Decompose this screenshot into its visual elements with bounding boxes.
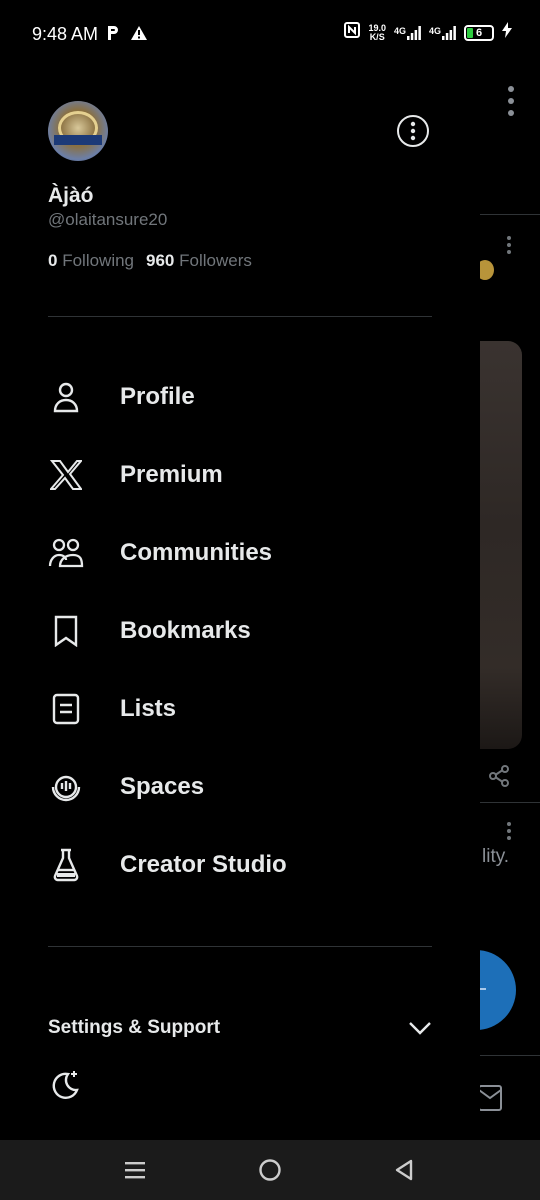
more-options-button[interactable] [397,115,429,147]
menu-label-premium: Premium [120,461,223,488]
battery-level: 6 [475,26,483,39]
menu-label-profile: Profile [120,383,195,410]
more-vertical-icon [410,121,416,141]
bookmark-icon [48,613,84,649]
list-icon [48,691,84,727]
menu-item-bookmarks[interactable]: Bookmarks [0,592,480,670]
menu-item-creator-studio[interactable]: Creator Studio [0,826,480,904]
background-media-card [480,341,522,749]
menu-item-profile[interactable]: Profile [0,358,480,436]
following-count: 0 [48,251,58,270]
follow-counts: 0 Following 960 Followers [48,251,252,271]
background-divider [480,214,540,215]
menu-item-lists[interactable]: Lists [0,670,480,748]
recent-apps-button[interactable] [122,1157,148,1183]
navigation-drawer: Àjàó @olaitansure20 0 Following 960 Foll… [0,70,480,1140]
parking-icon [106,25,120,46]
signal-icon-2: 4G [428,25,456,40]
status-bar: 9:48 AM 19.0 K/S 4G 4G 6 [0,0,540,70]
following-link[interactable]: 0 Following [48,251,134,271]
moon-sparkle-icon [52,1071,79,1099]
charging-icon [502,22,512,43]
background-post-more-icon-2 [506,822,512,845]
chevron-down-icon [408,1021,432,1040]
spaces-icon [48,769,84,805]
drawer-menu: Profile Premium Communities Bookmarks Li… [0,358,480,904]
nfc-icon [344,22,361,43]
network-type-2: 4G [428,25,441,36]
menu-label-communities: Communities [120,539,273,566]
back-button[interactable] [391,1157,417,1183]
background-post-more-icon [506,236,512,259]
person-icon [48,379,84,415]
menu-item-spaces[interactable]: Spaces [0,748,480,826]
status-left-icons [106,25,148,46]
system-navigation-bar [0,1140,540,1200]
avatar-image-band [54,135,102,145]
menu-lines-icon [125,1162,145,1179]
back-triangle-icon [395,1159,413,1181]
warning-icon [130,25,148,46]
home-circle-icon [259,1159,281,1181]
battery-fill [467,27,473,38]
drawer-divider-top [48,316,432,317]
settings-support-toggle[interactable]: Settings & Support [48,1017,432,1041]
net-speed-unit: K/S [369,31,385,42]
x-logo-icon [48,457,84,493]
settings-support-label: Settings & Support [48,1017,221,1038]
menu-item-premium[interactable]: Premium [0,436,480,514]
status-right-icons: 19.0 K/S 4G 4G 6 [344,22,512,43]
background-divider-2 [480,802,540,803]
display-name[interactable]: Àjàó [48,184,94,208]
menu-label-lists: Lists [120,695,177,722]
user-handle: @olaitansure20 [48,210,168,229]
menu-label-creator-studio: Creator Studio [120,851,287,878]
background-messages-icon [478,1084,502,1117]
background-divider-3 [480,1055,540,1056]
drawer-divider-bottom [48,946,432,947]
followers-count: 960 [146,251,175,270]
display-mode-button[interactable] [48,1068,84,1104]
following-label: Following [62,251,135,270]
signal-icon-1: 4G [393,25,421,40]
followers-link[interactable]: 960 Followers [146,251,252,271]
communities-icon [48,535,84,571]
flask-icon [48,847,84,883]
avatar[interactable] [48,101,108,161]
background-more-icon [508,86,514,121]
net-speed: 19.0 K/S [368,23,386,42]
menu-item-communities[interactable]: Communities [0,514,480,592]
menu-label-spaces: Spaces [120,773,205,800]
background-post-text: lity. [482,846,510,867]
network-type-1: 4G [393,25,406,36]
battery-indicator: 6 [464,24,494,41]
home-button[interactable] [257,1157,283,1183]
menu-label-bookmarks: Bookmarks [120,617,251,644]
background-share-icon [488,765,510,792]
followers-label: Followers [179,251,252,270]
status-time: 9:48 AM [32,24,99,44]
